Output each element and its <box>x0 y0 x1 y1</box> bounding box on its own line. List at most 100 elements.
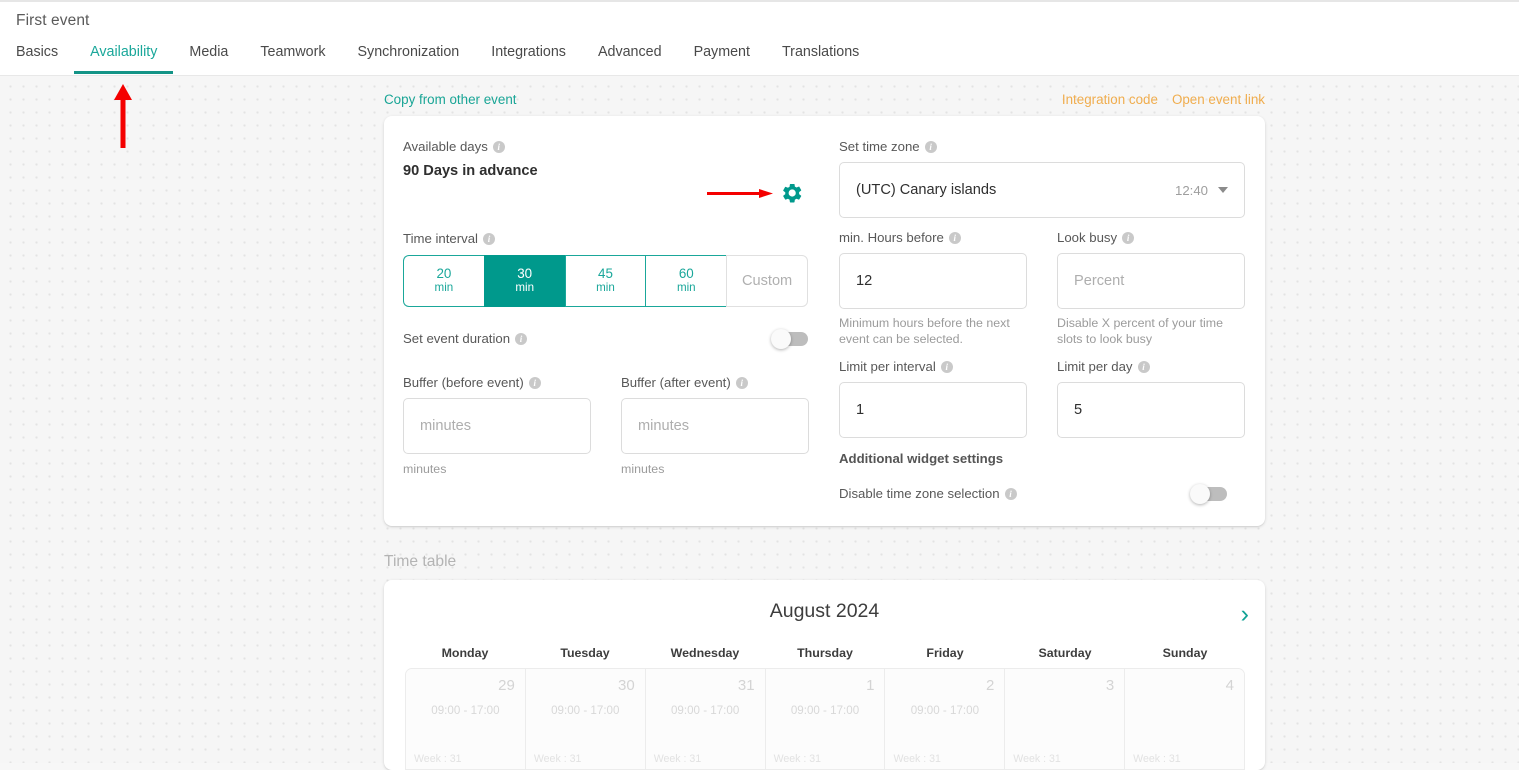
limit-per-interval-group: Limit per interval i <box>839 359 1027 438</box>
calendar-day-week: Week : 31 <box>1013 753 1061 765</box>
calendar-day-hours: 09:00 - 17:00 <box>431 704 500 717</box>
calendar-day-cell[interactable]: 4 Week : 31 <box>1125 669 1244 769</box>
set-event-duration-label-text: Set event duration <box>403 331 511 346</box>
disable-time-zone-selection-toggle[interactable] <box>1190 483 1227 504</box>
info-icon-look-busy[interactable]: i <box>1122 231 1135 244</box>
weekday-tuesday: Tuesday <box>560 646 610 660</box>
calendar-day-number: 4 <box>1225 677 1235 694</box>
tab-integrations[interactable]: Integrations <box>475 42 582 74</box>
info-icon-buffer-before[interactable]: i <box>528 376 541 389</box>
settings-right-column: Set time zone i (UTC) Canary islands 12:… <box>839 116 1249 526</box>
tab-payment[interactable]: Payment <box>678 42 766 74</box>
interval-option-20-unit: min <box>434 281 454 294</box>
min-hours-before-input[interactable] <box>839 253 1027 309</box>
time-interval-label: Time interval i <box>403 231 808 246</box>
calendar-day-cell[interactable]: 30 09:00 - 17:00 Week : 31 <box>525 669 646 769</box>
time-interval-group: Time interval i 20 min 30 min 45 min 60 <box>403 231 808 307</box>
availability-settings-card: Available days i 90 Days in advance Time… <box>384 116 1265 526</box>
limit-per-interval-input[interactable] <box>839 382 1027 438</box>
calendar-day-cell[interactable]: 2 09:00 - 17:00 Week : 31 <box>885 669 1006 769</box>
interval-option-60[interactable]: 60 min <box>645 255 727 307</box>
look-busy-label-text: Look busy <box>1057 230 1118 245</box>
tab-translations[interactable]: Translations <box>766 42 875 74</box>
look-busy-input[interactable] <box>1057 253 1245 309</box>
interval-option-20[interactable]: 20 min <box>403 255 484 307</box>
limit-per-day-label-text: Limit per day <box>1057 359 1133 374</box>
buffer-before-input[interactable] <box>403 398 591 454</box>
available-days-gear-button[interactable] <box>780 181 804 205</box>
limit-per-day-label: Limit per day i <box>1057 359 1245 374</box>
limit-per-day-input[interactable] <box>1057 382 1245 438</box>
set-event-duration-toggle[interactable] <box>771 328 808 349</box>
tab-basics[interactable]: Basics <box>0 42 74 74</box>
interval-option-30[interactable]: 30 min <box>483 255 565 307</box>
time-table-title: Time table <box>384 553 457 570</box>
info-icon-disable-time-zone-selection[interactable]: i <box>1004 487 1017 500</box>
time-zone-label: Set time zone i <box>839 139 1245 154</box>
calendar-day-week: Week : 31 <box>773 753 822 765</box>
open-event-link[interactable]: Open event link <box>1172 92 1265 107</box>
additional-widget-settings-heading: Additional widget settings <box>839 451 1004 466</box>
header-divider <box>0 75 1519 76</box>
info-icon-time-zone[interactable]: i <box>924 140 937 153</box>
settings-left-column: Available days i 90 Days in advance Time… <box>403 116 823 526</box>
right-links-group: Integration code Open event link <box>1062 92 1265 107</box>
tab-bar: Basics Availability Media Teamwork Synch… <box>0 42 875 78</box>
buffer-after-input[interactable] <box>621 398 809 454</box>
calendar-day-number: 29 <box>498 677 515 694</box>
weekday-monday: Monday <box>441 646 489 660</box>
available-days-value: 90 Days in advance <box>403 163 538 179</box>
integration-code-link[interactable]: Integration code <box>1062 92 1158 107</box>
info-icon-available-days[interactable]: i <box>492 140 505 153</box>
info-icon-min-hours-before[interactable]: i <box>948 231 961 244</box>
info-icon-time-interval[interactable]: i <box>483 232 495 245</box>
info-icon-buffer-after[interactable]: i <box>735 376 748 389</box>
copy-from-other-event-link[interactable]: Copy from other event <box>384 92 516 107</box>
available-days-label: Available days i <box>403 139 805 154</box>
chevron-down-icon[interactable] <box>1218 187 1228 193</box>
tab-synchronization[interactable]: Synchronization <box>342 42 476 74</box>
buffer-after-label: Buffer (after event) i <box>621 375 809 390</box>
interval-option-custom[interactable]: Custom <box>726 255 808 307</box>
limit-per-interval-label: Limit per interval i <box>839 359 1027 374</box>
buffer-before-helper: minutes <box>403 462 447 476</box>
limit-per-day-group: Limit per day i <box>1057 359 1245 438</box>
interval-option-60-unit: min <box>676 281 696 294</box>
tab-media[interactable]: Media <box>173 42 244 74</box>
info-icon-set-event-duration[interactable]: i <box>515 332 528 345</box>
interval-option-45[interactable]: 45 min <box>564 255 646 307</box>
calendar-day-cell[interactable]: 29 09:00 - 17:00 Week : 31 <box>406 669 526 769</box>
time-interval-segmented-control: 20 min 30 min 45 min 60 min Custom <box>403 255 808 307</box>
calendar-day-number: 3 <box>1105 677 1115 694</box>
time-zone-current-time: 12:40 <box>1174 182 1208 198</box>
set-event-duration-row: Set event duration i <box>403 328 808 349</box>
look-busy-group: Look busy i Disable X percent of your ti… <box>1057 230 1249 347</box>
info-icon-limit-per-day[interactable]: i <box>1137 360 1150 373</box>
buffer-before-label: Buffer (before event) i <box>403 375 591 390</box>
look-busy-label: Look busy i <box>1057 230 1249 245</box>
weekday-sunday: Sunday <box>1162 646 1208 660</box>
min-hours-before-label: min. Hours before i <box>839 230 1035 245</box>
page-title: First event <box>16 12 90 29</box>
tab-availability[interactable]: Availability <box>74 42 174 74</box>
tab-advanced[interactable]: Advanced <box>582 42 678 74</box>
calendar-day-cell[interactable]: 31 09:00 - 17:00 Week : 31 <box>645 669 766 769</box>
calendar-day-week: Week : 31 <box>893 753 941 765</box>
weekday-saturday: Saturday <box>1038 646 1092 660</box>
interval-option-45-value: 45 <box>598 266 613 281</box>
time-zone-label-text: Set time zone <box>839 139 920 154</box>
time-zone-select-wrap: (UTC) Canary islands 12:40 <box>839 162 1245 218</box>
info-icon-limit-per-interval[interactable]: i <box>940 360 953 373</box>
chevron-right-icon[interactable]: › <box>1241 602 1249 627</box>
calendar-day-cell[interactable]: 1 09:00 - 17:00 Week : 31 <box>765 669 886 769</box>
card-link-row: Copy from other event Integration code O… <box>384 92 1265 110</box>
time-zone-select[interactable]: (UTC) Canary islands 12:40 <box>839 162 1245 218</box>
interval-option-45-unit: min <box>596 281 615 294</box>
tab-teamwork[interactable]: Teamwork <box>244 42 341 74</box>
weekday-wednesday: Wednesday <box>670 646 740 660</box>
buffer-after-helper: minutes <box>621 462 665 476</box>
min-hours-before-helper: Minimum hours before the next event can … <box>839 316 1010 346</box>
calendar-day-cell[interactable]: 3 Week : 31 <box>1005 669 1126 769</box>
set-event-duration-label: Set event duration i <box>403 331 528 346</box>
min-hours-before-label-text: min. Hours before <box>839 230 944 245</box>
